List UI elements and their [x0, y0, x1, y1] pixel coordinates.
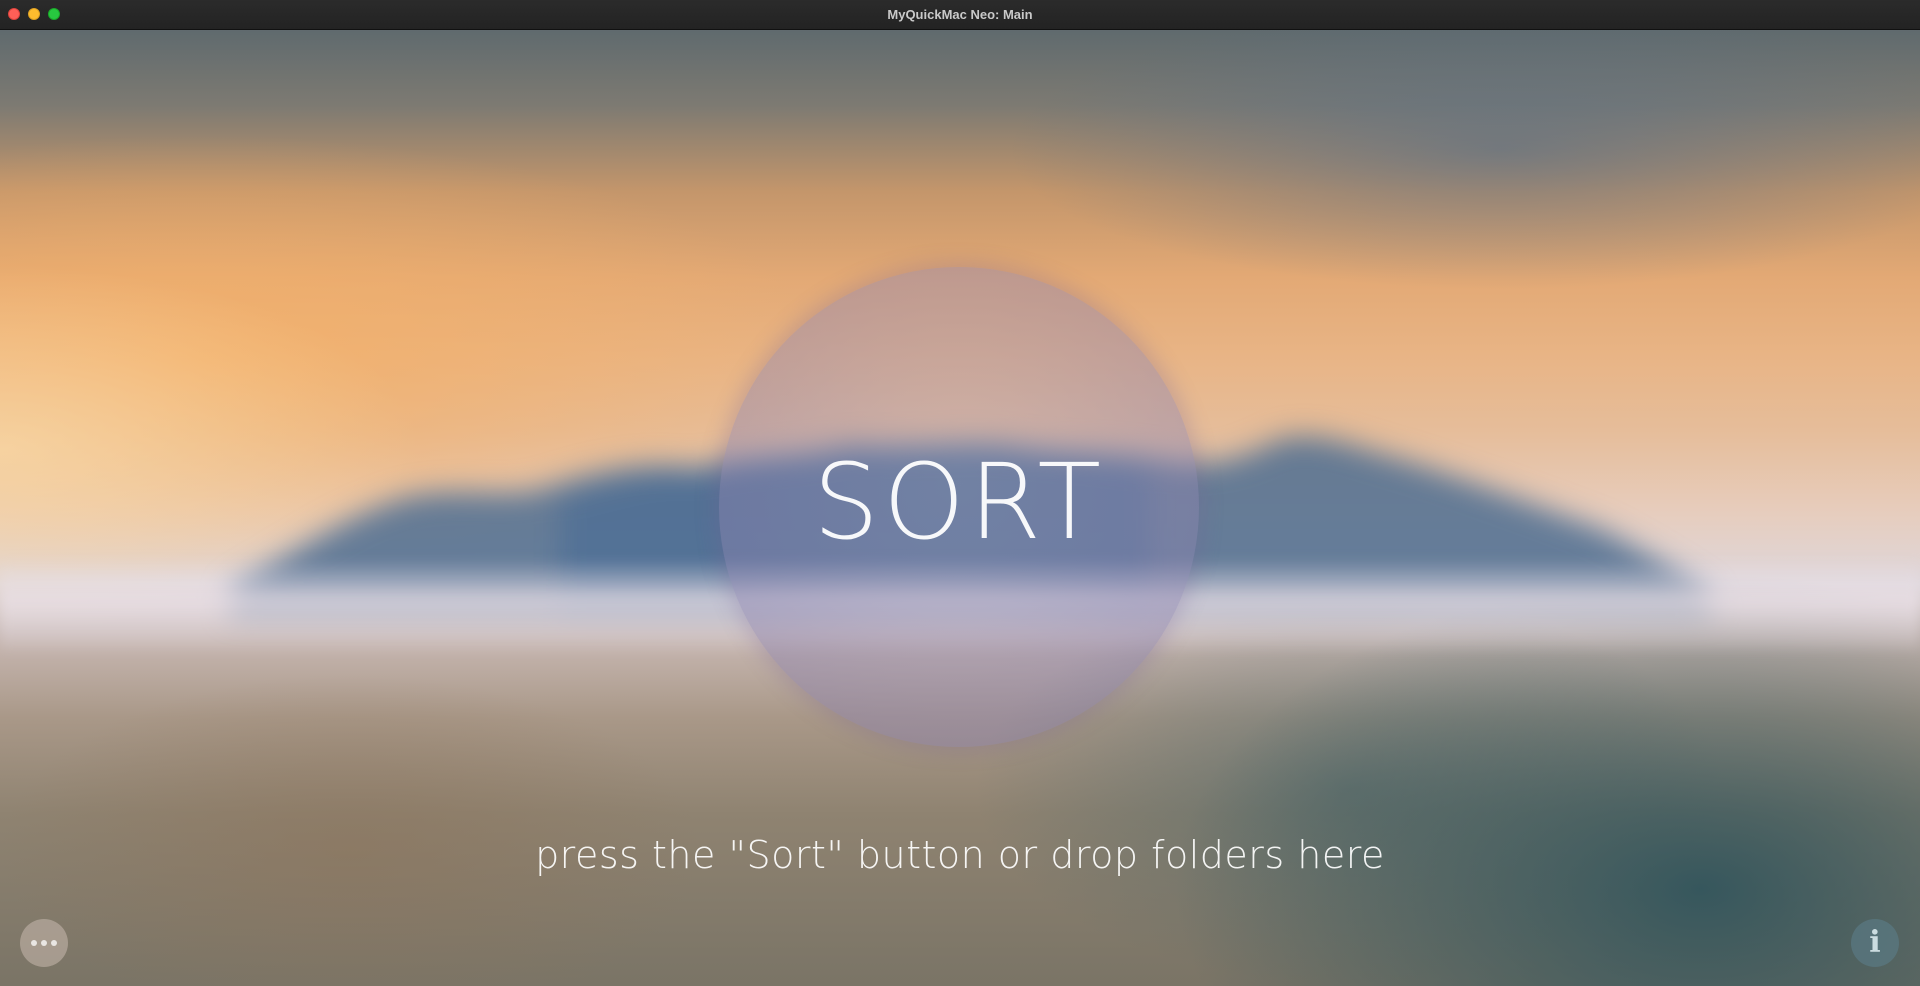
info-button[interactable]: i [1851, 919, 1899, 967]
ellipsis-icon [31, 940, 57, 946]
window-title: MyQuickMac Neo: Main [887, 7, 1033, 22]
info-icon: i [1869, 925, 1881, 960]
sort-button-label: SORT [812, 441, 1106, 563]
drop-zone[interactable]: SORT press the "Sort" button or drop fol… [0, 29, 1920, 986]
title-bar[interactable]: MyQuickMac Neo: Main [0, 0, 1920, 30]
sort-button[interactable]: SORT [719, 267, 1199, 747]
app-window: MyQuickMac Neo: Main SORT press the "Sor… [0, 0, 1920, 986]
more-options-button[interactable] [20, 919, 68, 967]
drop-hint-text: press the "Sort" button or drop folders … [535, 833, 1385, 877]
